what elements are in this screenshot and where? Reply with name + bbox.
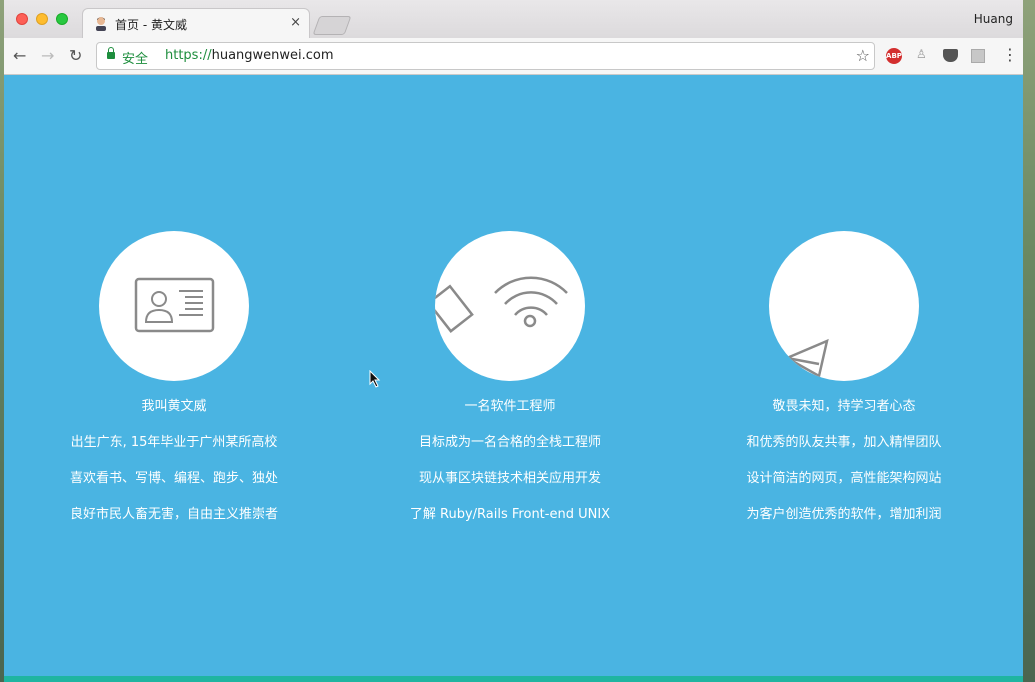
feature-line: 喜欢看书、写博、编程、跑步、独处 <box>69 471 278 486</box>
feature-line: 和优秀的队友共事，加入精悍团队 <box>746 435 942 450</box>
feature-circle <box>99 231 249 381</box>
feature-title: 我叫黄文威 <box>141 399 207 414</box>
new-tab-button[interactable] <box>312 16 352 35</box>
id-card-icon <box>134 277 215 333</box>
maximize-window-button[interactable] <box>56 13 68 25</box>
feature-line: 设计简洁的网页，高性能架构网站 <box>746 471 942 486</box>
avatar-favicon-icon <box>96 17 106 31</box>
feature-title: 一名软件工程师 <box>464 399 556 414</box>
feature-column-engineer: 一名软件工程师 目标成为一名合格的全栈工程师 现从事区块链技术相关应用开发 了解… <box>365 231 655 522</box>
feature-title: 敬畏未知，持学习者心态 <box>772 399 916 414</box>
address-bar[interactable]: 安全 https://huangwenwei.com ☆ <box>96 42 875 70</box>
url-text[interactable]: https://huangwenwei.com <box>165 48 334 63</box>
url-scheme: https:// <box>165 48 212 63</box>
browser-tab[interactable]: 首页 - 黄文威 × <box>82 8 310 38</box>
lock-icon <box>107 47 115 59</box>
footer-accent-bar <box>4 676 1023 682</box>
profile-name[interactable]: Huang <box>974 12 1013 26</box>
feature-line: 为客户创造优秀的软件，增加利润 <box>746 507 942 522</box>
bookmark-star-icon[interactable]: ☆ <box>856 46 870 65</box>
close-window-button[interactable] <box>16 13 28 25</box>
minimize-window-button[interactable] <box>36 13 48 25</box>
feature-line: 现从事区块链技术相关应用开发 <box>418 471 601 486</box>
feature-line: 出生广东, 15年毕业于广州某所高校 <box>70 435 278 450</box>
extension-grid-icon[interactable] <box>971 49 985 63</box>
tab-title: 首页 - 黄文威 <box>115 18 187 32</box>
browser-toolbar: ← → ↻ 安全 https://huangwenwei.com ☆ ABP ♙… <box>4 38 1023 75</box>
feature-line: 良好市民人畜无害，自由主义推崇者 <box>69 507 278 522</box>
url-host: huangwenwei.com <box>211 48 334 63</box>
browser-window: 首页 - 黄文威 × Huang ← → ↻ 安全 https://huangw… <box>4 0 1023 682</box>
back-button[interactable]: ← <box>13 47 26 65</box>
feature-line: 了解 Ruby/Rails Front-end UNIX <box>409 507 611 522</box>
feature-line: 目标成为一名合格的全栈工程师 <box>418 435 601 450</box>
reload-button[interactable]: ↻ <box>69 47 82 65</box>
forward-button[interactable]: → <box>41 47 54 65</box>
menu-icon[interactable]: ⋮ <box>1002 45 1018 64</box>
mouse-cursor-icon <box>369 370 381 388</box>
paper-plane-icon <box>784 338 829 378</box>
title-bar: 首页 - 黄文威 × Huang <box>4 0 1023 38</box>
feature-circle <box>769 231 919 381</box>
security-label: 安全 <box>122 52 149 67</box>
feature-column-mindset: 敬畏未知，持学习者心态 和优秀的队友共事，加入精悍团队 设计简洁的网页，高性能架… <box>699 231 989 522</box>
extension-tree-icon[interactable]: ♙ <box>916 47 927 61</box>
pocket-icon[interactable] <box>943 49 958 62</box>
feature-circle <box>435 231 585 381</box>
feature-column-about: 我叫黄文威 出生广东, 15年毕业于广州某所高校 喜欢看书、写博、编程、跑步、独… <box>29 231 319 522</box>
adblock-plus-icon[interactable]: ABP <box>886 48 902 64</box>
page-content: 我叫黄文威 出生广东, 15年毕业于广州某所高校 喜欢看书、写博、编程、跑步、独… <box>4 75 1023 682</box>
wifi-icon <box>435 276 568 333</box>
tab-close-button[interactable]: × <box>290 15 301 30</box>
